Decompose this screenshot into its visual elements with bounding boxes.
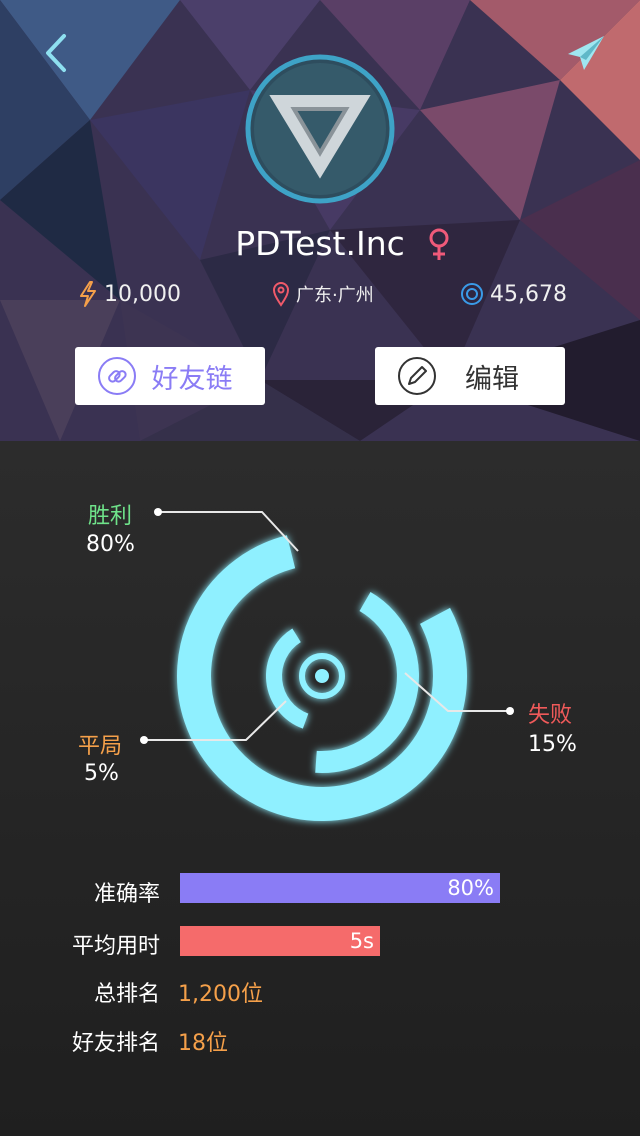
- back-button[interactable]: [38, 30, 78, 76]
- draw-label: 平局: [78, 734, 123, 759]
- edit-label: 编辑: [465, 363, 519, 395]
- loss-ring-segment: [315, 592, 419, 773]
- loss-leader-dot: [506, 707, 514, 715]
- win-percent: 80%: [86, 532, 135, 557]
- accuracy-label: 准确率: [93, 882, 160, 907]
- accuracy-bar: 80%: [180, 873, 500, 903]
- accuracy-value: 80%: [447, 876, 494, 900]
- draw-percent: 5%: [84, 761, 119, 786]
- share-button[interactable]: [564, 30, 608, 76]
- location-stat: 广东·广州: [272, 278, 374, 310]
- win-leader-dot: [154, 508, 162, 516]
- link-icon: [97, 356, 137, 396]
- center-dot: [315, 669, 329, 683]
- friend-rank-label: 好友排名: [71, 1031, 160, 1056]
- coins-stat: 45,678: [460, 278, 567, 310]
- location-value: 广东·广州: [296, 285, 374, 306]
- avg-time-bar: 5s: [180, 926, 380, 956]
- avatar[interactable]: [244, 53, 396, 205]
- total-rank-value: 1,200位: [178, 982, 263, 1007]
- female-icon: [424, 226, 454, 262]
- friend-link-label: 好友链: [151, 363, 233, 395]
- energy-stat: 10,000: [78, 278, 181, 310]
- energy-value: 10,000: [104, 281, 181, 307]
- avg-time-label: 平均用时: [71, 934, 160, 959]
- lightning-icon: [78, 281, 98, 307]
- friend-rank-value: 18位: [178, 1031, 228, 1056]
- win-label: 胜利: [88, 504, 133, 529]
- loss-label: 失败: [528, 703, 573, 728]
- coin-icon: [460, 282, 484, 306]
- pencil-icon: [397, 356, 437, 396]
- avg-time-value: 5s: [349, 929, 374, 953]
- total-rank-label: 总排名: [93, 982, 160, 1007]
- loss-percent: 15%: [528, 732, 577, 757]
- profile-header: PDTest.Inc 10,000 广东·广州 45,678 好友链 编辑: [0, 0, 640, 441]
- friend-link-button[interactable]: 好友链: [75, 347, 265, 405]
- chevron-left-icon: [46, 34, 66, 72]
- edit-button[interactable]: 编辑: [375, 347, 565, 405]
- paper-plane-icon: [568, 36, 604, 70]
- draw-leader-dot: [140, 736, 148, 744]
- location-pin-icon: [272, 281, 290, 307]
- impossible-triangle-logo: [245, 54, 395, 204]
- coins-value: 45,678: [490, 281, 567, 307]
